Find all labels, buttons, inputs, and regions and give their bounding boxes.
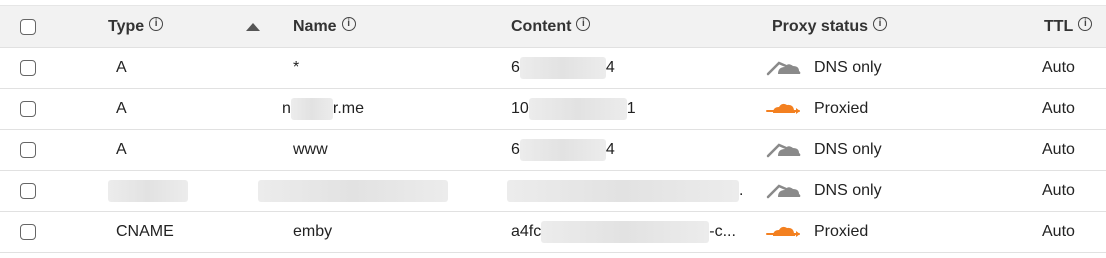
sort-ascending-icon[interactable] bbox=[246, 22, 260, 31]
record-content: 6 4 bbox=[511, 130, 615, 170]
info-icon[interactable]: i bbox=[341, 16, 356, 31]
sort-cell bbox=[246, 6, 260, 47]
dns-records-table: Type i Name i Content i Proxy status i T… bbox=[0, 0, 1106, 258]
redacted-name bbox=[290, 98, 333, 120]
table-row[interactable]: A * 6 4 DNS only Auto bbox=[0, 48, 1106, 89]
record-content: a4fc -c... bbox=[511, 212, 736, 252]
column-proxy-status-label: Proxy status bbox=[772, 17, 869, 35]
content-suffix: 4 bbox=[605, 141, 615, 158]
record-type: CNAME bbox=[116, 223, 174, 240]
record-name: n r.me bbox=[282, 89, 364, 129]
column-proxy-status[interactable]: Proxy status i bbox=[772, 6, 888, 47]
select-all-cell bbox=[20, 6, 36, 47]
table-row[interactable]: A n r.me 10 1 Proxied Auto bbox=[0, 89, 1106, 130]
name-suffix: r.me bbox=[332, 100, 365, 117]
orange-cloud-icon bbox=[766, 103, 800, 114]
proxy-status-label: DNS only bbox=[814, 182, 882, 199]
row-checkbox[interactable] bbox=[20, 60, 36, 76]
content-suffix: 4 bbox=[605, 59, 615, 76]
row-checkbox[interactable] bbox=[20, 224, 36, 240]
name-prefix: n bbox=[282, 100, 291, 117]
content-prefix: 6 bbox=[511, 141, 520, 158]
grey-cloud-icon bbox=[766, 143, 801, 158]
proxy-status[interactable]: Proxied bbox=[766, 212, 868, 252]
column-type-label: Type bbox=[108, 17, 145, 35]
content-prefix: 10 bbox=[511, 100, 529, 117]
redacted-content bbox=[507, 180, 739, 202]
column-type[interactable]: Type i bbox=[108, 6, 164, 47]
record-type: A bbox=[116, 100, 127, 117]
record-ttl: Auto bbox=[1042, 223, 1075, 240]
record-name: www bbox=[293, 141, 328, 158]
proxy-status[interactable]: DNS only bbox=[766, 130, 882, 170]
table-row[interactable]: A www 6 4 DNS only Auto bbox=[0, 130, 1106, 171]
content-suffix: 1 bbox=[626, 100, 636, 117]
record-content: 10 1 bbox=[511, 89, 636, 129]
info-icon[interactable]: i bbox=[1078, 16, 1093, 31]
column-ttl[interactable]: TTL i bbox=[1044, 6, 1093, 47]
column-name-label: Name bbox=[293, 17, 337, 35]
info-icon[interactable]: i bbox=[149, 16, 164, 31]
record-ttl: Auto bbox=[1042, 100, 1075, 117]
content-prefix: 6 bbox=[511, 59, 520, 76]
proxy-status[interactable]: Proxied bbox=[766, 89, 868, 129]
record-name: * bbox=[293, 59, 300, 76]
row-checkbox[interactable] bbox=[20, 142, 36, 158]
row-checkbox[interactable] bbox=[20, 183, 36, 199]
content-suffix: -c... bbox=[709, 223, 736, 240]
redacted-content bbox=[519, 57, 606, 79]
record-name bbox=[258, 171, 448, 211]
column-content[interactable]: Content i bbox=[511, 6, 591, 47]
content-prefix: a4fc bbox=[511, 223, 542, 240]
redacted-name bbox=[258, 180, 448, 202]
redacted-content bbox=[519, 139, 606, 161]
table-header: Type i Name i Content i Proxy status i T… bbox=[0, 5, 1106, 48]
proxy-status[interactable]: DNS only bbox=[766, 48, 882, 88]
record-name: emby bbox=[293, 223, 333, 240]
proxy-status-label: DNS only bbox=[814, 59, 882, 76]
table-row[interactable]: . DNS only Auto bbox=[0, 171, 1106, 212]
column-name[interactable]: Name i bbox=[293, 6, 356, 47]
record-type: A bbox=[116, 141, 127, 158]
record-type: A bbox=[116, 59, 127, 76]
record-ttl: Auto bbox=[1042, 141, 1075, 158]
redacted-content bbox=[541, 221, 710, 243]
record-type bbox=[108, 171, 188, 211]
proxy-status-label: DNS only bbox=[814, 141, 882, 158]
record-ttl: Auto bbox=[1042, 182, 1075, 199]
grey-cloud-icon bbox=[766, 61, 801, 76]
grey-cloud-icon bbox=[766, 184, 801, 199]
info-icon[interactable]: i bbox=[576, 16, 591, 31]
record-content: . bbox=[507, 171, 743, 211]
row-checkbox[interactable] bbox=[20, 101, 36, 117]
redacted-type bbox=[108, 180, 188, 202]
info-icon[interactable]: i bbox=[873, 16, 888, 31]
record-ttl: Auto bbox=[1042, 59, 1075, 76]
record-content: 6 4 bbox=[511, 48, 615, 88]
content-suffix: . bbox=[739, 182, 744, 199]
orange-cloud-icon bbox=[766, 226, 800, 237]
column-content-label: Content bbox=[511, 17, 572, 35]
proxy-status[interactable]: DNS only bbox=[766, 171, 882, 211]
proxy-status-label: Proxied bbox=[814, 223, 869, 240]
proxy-status-label: Proxied bbox=[814, 100, 869, 117]
column-ttl-label: TTL bbox=[1044, 17, 1074, 35]
select-all-checkbox[interactable] bbox=[20, 18, 36, 35]
table-row[interactable]: CNAME emby a4fc -c... Proxied Auto bbox=[0, 212, 1106, 253]
redacted-content bbox=[528, 98, 627, 120]
